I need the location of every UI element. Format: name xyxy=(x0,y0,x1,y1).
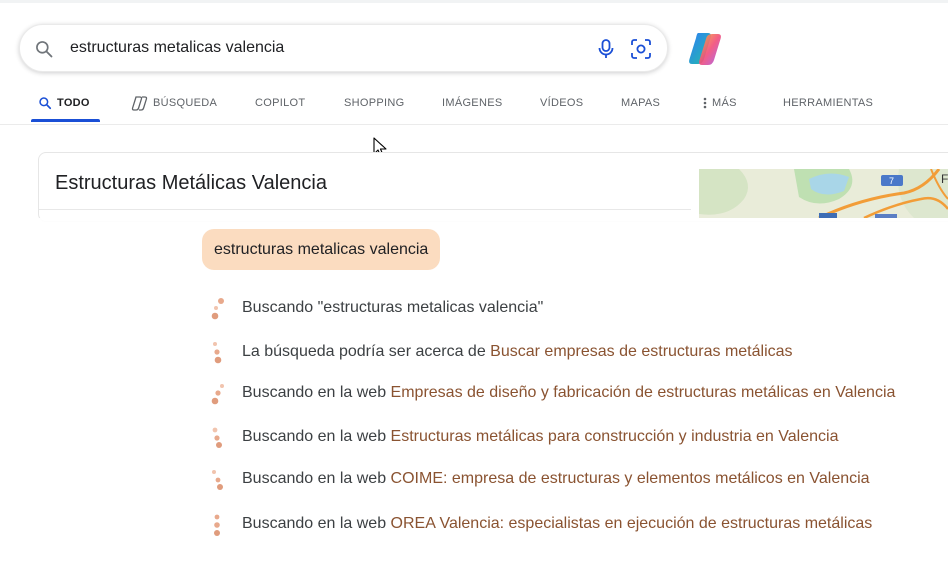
step-link[interactable]: Buscar empresas de estructuras metálicas xyxy=(490,343,792,360)
tab-label: COPILOT xyxy=(255,97,306,109)
knowledge-card-divider xyxy=(39,209,691,210)
user-query-bubble: estructuras metalicas valencia xyxy=(202,229,441,270)
map-corner-label: F xyxy=(941,172,948,186)
step-text: Buscando "estructuras metalicas valencia… xyxy=(242,299,544,316)
search-input[interactable] xyxy=(70,25,530,71)
search-step: Buscando en la web COIME: empresa de est… xyxy=(242,470,870,488)
map-route-badge: 7 xyxy=(889,176,894,186)
progress-dots-icon xyxy=(212,470,223,490)
step-link[interactable]: Estructuras metálicas para construcción … xyxy=(391,428,839,445)
microphone-icon[interactable] xyxy=(596,38,616,60)
progress-dots-icon xyxy=(212,427,222,448)
visual-search-icon[interactable] xyxy=(630,38,652,60)
step-text: Buscando en la web xyxy=(242,515,391,532)
search-tabs: TODO BÚSQUEDA COPILOT SHOPPING IMÁGENES … xyxy=(0,84,948,125)
tab-label: VÍDEOS xyxy=(540,97,584,109)
search-box[interactable] xyxy=(19,24,668,72)
tab-label: MÁS xyxy=(712,97,737,109)
tab-shopping[interactable]: SHOPPING xyxy=(344,84,404,122)
tab-mas[interactable]: MÁS xyxy=(703,84,737,122)
tab-label: TODO xyxy=(57,97,90,109)
tab-label: SHOPPING xyxy=(344,97,405,109)
step-link[interactable]: OREA Valencia: especialistas en ejecució… xyxy=(391,515,873,532)
search-step: Buscando en la web OREA Valencia: especi… xyxy=(242,515,872,533)
tab-videos[interactable]: VÍDEOS xyxy=(540,84,583,122)
tab-label: BÚSQUEDA xyxy=(153,97,218,109)
progress-dots-icon xyxy=(213,342,222,364)
copilot-search-icon xyxy=(131,95,148,111)
step-text: Buscando en la web xyxy=(242,384,391,401)
tab-label: MAPAS xyxy=(621,97,661,109)
tab-copilot[interactable]: COPILOT xyxy=(255,84,305,122)
tab-label: IMÁGENES xyxy=(442,97,503,109)
search-step: La búsqueda podría ser acerca de Buscar … xyxy=(242,343,793,361)
tab-busqueda[interactable]: BÚSQUEDA xyxy=(131,84,217,122)
tab-mapas[interactable]: MAPAS xyxy=(621,84,660,122)
tab-herramientas[interactable]: HERRAMIENTAS xyxy=(783,84,873,122)
progress-dots-icon xyxy=(211,384,224,405)
copilot-logo-icon[interactable] xyxy=(686,31,724,67)
step-text: La búsqueda podría ser acerca de xyxy=(242,343,491,360)
top-divider xyxy=(0,0,948,3)
progress-dots-icon xyxy=(214,514,220,536)
search-step: Buscando en la web Estructuras metálicas… xyxy=(242,428,838,446)
step-text: Buscando en la web xyxy=(242,470,391,487)
vertical-dots-icon xyxy=(703,97,707,109)
tab-todo[interactable]: TODO xyxy=(38,84,90,122)
step-link[interactable]: Empresas de diseño y fabricación de estr… xyxy=(391,384,896,401)
tab-label: HERRAMIENTAS xyxy=(783,97,874,109)
search-step: Buscando "estructuras metalicas valencia… xyxy=(242,299,543,317)
step-text: Buscando en la web xyxy=(242,428,391,445)
active-tab-indicator xyxy=(31,119,100,122)
step-link[interactable]: COIME: empresa de estructuras y elemento… xyxy=(391,470,870,487)
knowledge-card-title: Estructuras Metálicas Valencia xyxy=(55,172,327,194)
map-thumbnail[interactable]: 7 F xyxy=(699,169,948,218)
search-icon xyxy=(39,97,52,110)
progress-dots-icon xyxy=(211,298,224,320)
search-icon[interactable] xyxy=(34,39,54,59)
search-step: Buscando en la web Empresas de diseño y … xyxy=(242,384,895,402)
tab-imagenes[interactable]: IMÁGENES xyxy=(442,84,502,122)
